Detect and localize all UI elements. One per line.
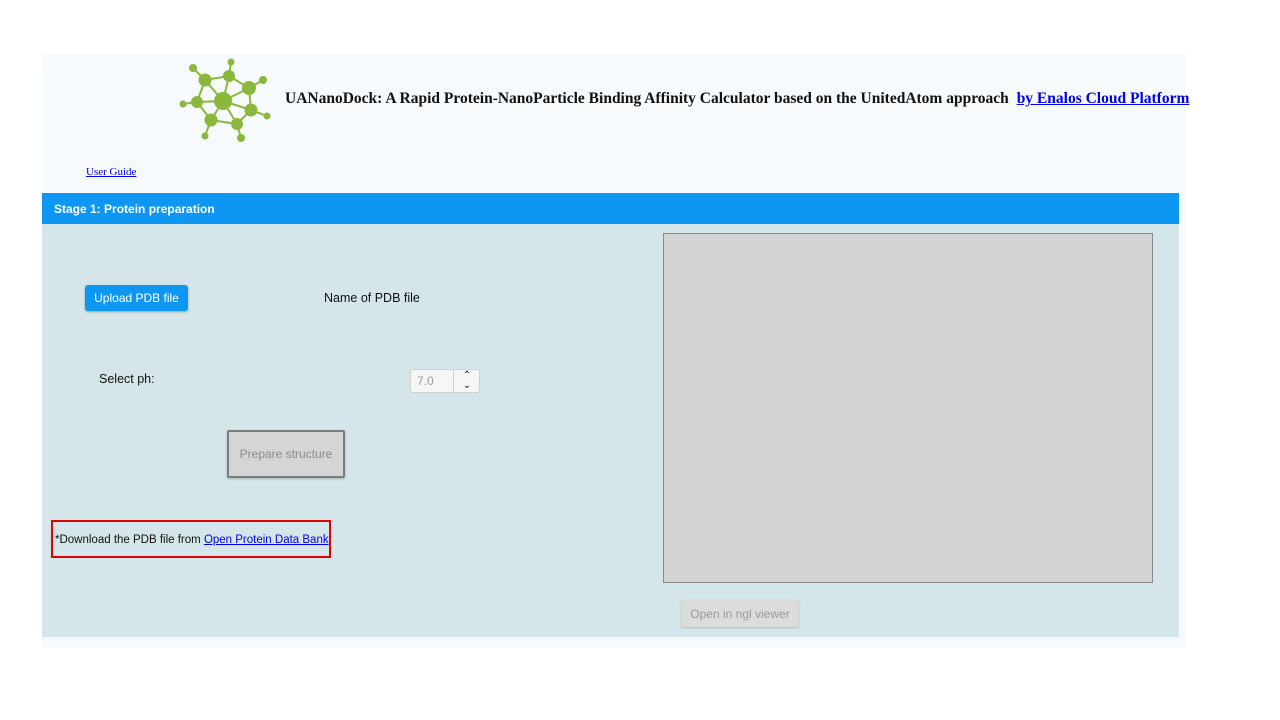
protein-preparation-panel: Upload PDB file Name of PDB file Select … bbox=[42, 224, 1179, 637]
stage-title: Stage 1: Protein preparation bbox=[54, 202, 215, 216]
chevron-down-icon[interactable]: ⌄ bbox=[462, 381, 472, 391]
structure-viewer[interactable] bbox=[663, 233, 1153, 583]
prepare-structure-button[interactable]: Prepare structure bbox=[227, 430, 345, 478]
download-note-prefix: *Download the PDB file from bbox=[55, 534, 204, 546]
page-title: UANanoDock: A Rapid Protein-NanoParticle… bbox=[285, 90, 1189, 108]
download-note: *Download the PDB file from Open Protein… bbox=[51, 520, 331, 558]
ph-stepper: ⌃ ⌄ bbox=[410, 369, 480, 393]
app-container: UANanoDock: A Rapid Protein-NanoParticle… bbox=[42, 54, 1189, 648]
ph-label: Select ph: bbox=[99, 372, 155, 386]
pdb-file-name-label: Name of PDB file bbox=[324, 291, 420, 305]
page-title-text: UANanoDock: A Rapid Protein-NanoParticle… bbox=[285, 90, 1009, 107]
download-note-text: *Download the PDB file from Open Protein… bbox=[55, 534, 329, 546]
upload-pdb-button[interactable]: Upload PDB file bbox=[85, 285, 188, 311]
enalos-cloud-platform-link[interactable]: by Enalos Cloud Platform bbox=[1017, 90, 1190, 107]
stage-header: Stage 1: Protein preparation bbox=[42, 193, 1179, 224]
ph-spin-buttons: ⌃ ⌄ bbox=[453, 370, 480, 392]
ph-input[interactable] bbox=[411, 370, 451, 392]
nanoparticle-logo-icon bbox=[179, 58, 271, 142]
open-protein-data-bank-link[interactable]: Open Protein Data Bank bbox=[204, 534, 329, 546]
open-ngl-viewer-button[interactable]: Open in ngl viewer bbox=[681, 600, 799, 627]
user-guide-link[interactable]: User Guide bbox=[86, 166, 136, 178]
